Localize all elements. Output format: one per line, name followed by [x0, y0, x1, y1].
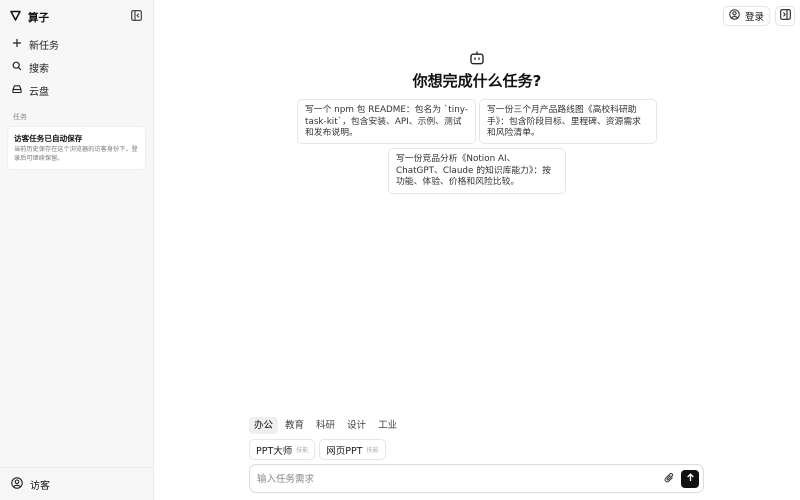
plus-icon: [12, 38, 22, 51]
robot-icon: [469, 51, 485, 65]
arrow-up-icon: [686, 473, 695, 485]
sidebar-toggle-icon: [130, 10, 142, 24]
tab-office[interactable]: 办公: [249, 417, 279, 434]
brand-name: 算子: [28, 11, 49, 24]
sidebar-item-label: 搜索: [29, 63, 49, 75]
send-button[interactable]: [681, 470, 699, 488]
history-item[interactable]: 访客任务已自动保存 当前历史保存在这个浏览器的访客身份下，登录后可继续保留。: [7, 126, 146, 170]
skill-chips: PPT大师 技能 网页PPT 技能: [249, 439, 386, 460]
attach-button[interactable]: [662, 472, 676, 486]
login-label: 登录: [744, 12, 764, 23]
paperclip-icon: [664, 472, 675, 487]
category-tabs: 办公 教育 科研 设计 工业: [249, 417, 402, 434]
sidebar-item-label: 新任务: [29, 40, 59, 52]
skill-chip-ppt-master[interactable]: PPT大师 技能: [249, 439, 316, 460]
page-title: 你想完成什么任务?: [412, 72, 542, 90]
brand[interactable]: 算子: [10, 9, 49, 25]
user-icon: [729, 9, 740, 23]
sidebar-item-search[interactable]: 搜索: [8, 56, 146, 78]
sidebar-nav: 新任务 搜索 云盘: [8, 33, 146, 102]
history-item-title: 访客任务已自动保存: [14, 134, 83, 143]
chip-label: 网页PPT: [326, 445, 363, 457]
suggestion-card[interactable]: 写一份竞品分析《Notion AI、ChatGPT、Claude 的知识库能力》…: [388, 148, 566, 194]
chip-label: PPT大师: [256, 445, 293, 457]
suggestion-card[interactable]: 写一个 npm 包 README：包名为 `tiny-task-kit`，包含安…: [297, 99, 476, 144]
skill-chip-web-ppt[interactable]: 网页PPT 技能: [319, 439, 386, 460]
task-input[interactable]: [257, 471, 647, 487]
tab-research[interactable]: 科研: [311, 417, 340, 434]
suggestion-card[interactable]: 写一份三个月产品路线图《高校科研助手》：包含阶段目标、里程碑、资源需求和风险清单…: [479, 99, 657, 144]
tab-design[interactable]: 设计: [342, 417, 371, 434]
chip-tag: 技能: [296, 447, 309, 454]
composer: [249, 464, 704, 493]
section-label-tasks: 任务: [13, 113, 27, 121]
panel-toggle-icon: [779, 9, 791, 23]
sidebar-item-new-task[interactable]: 新任务: [8, 33, 146, 55]
login-button[interactable]: 登录: [723, 6, 770, 26]
sidebar-item-drive[interactable]: 云盘: [8, 79, 146, 101]
chip-tag: 技能: [366, 447, 379, 454]
guest-account[interactable]: 访客: [0, 467, 154, 500]
search-icon: [12, 61, 22, 74]
logo-icon: [10, 10, 21, 24]
guest-label: 访客: [30, 480, 50, 492]
tab-industry[interactable]: 工业: [373, 417, 402, 434]
collapse-sidebar-button[interactable]: [129, 10, 143, 24]
sidebar: 算子 新任务 搜索 云盘 任务 访客任务已自动保存 当前历史保存在这个浏览器的访…: [0, 0, 154, 500]
history-item-desc: 当前历史保存在这个浏览器的访客身份下，登录后可继续保留。: [14, 146, 138, 162]
user-icon: [11, 476, 23, 492]
sidebar-item-label: 云盘: [29, 86, 49, 98]
toggle-panel-button[interactable]: [775, 6, 795, 26]
drive-icon: [12, 84, 22, 97]
tab-education[interactable]: 教育: [280, 417, 309, 434]
